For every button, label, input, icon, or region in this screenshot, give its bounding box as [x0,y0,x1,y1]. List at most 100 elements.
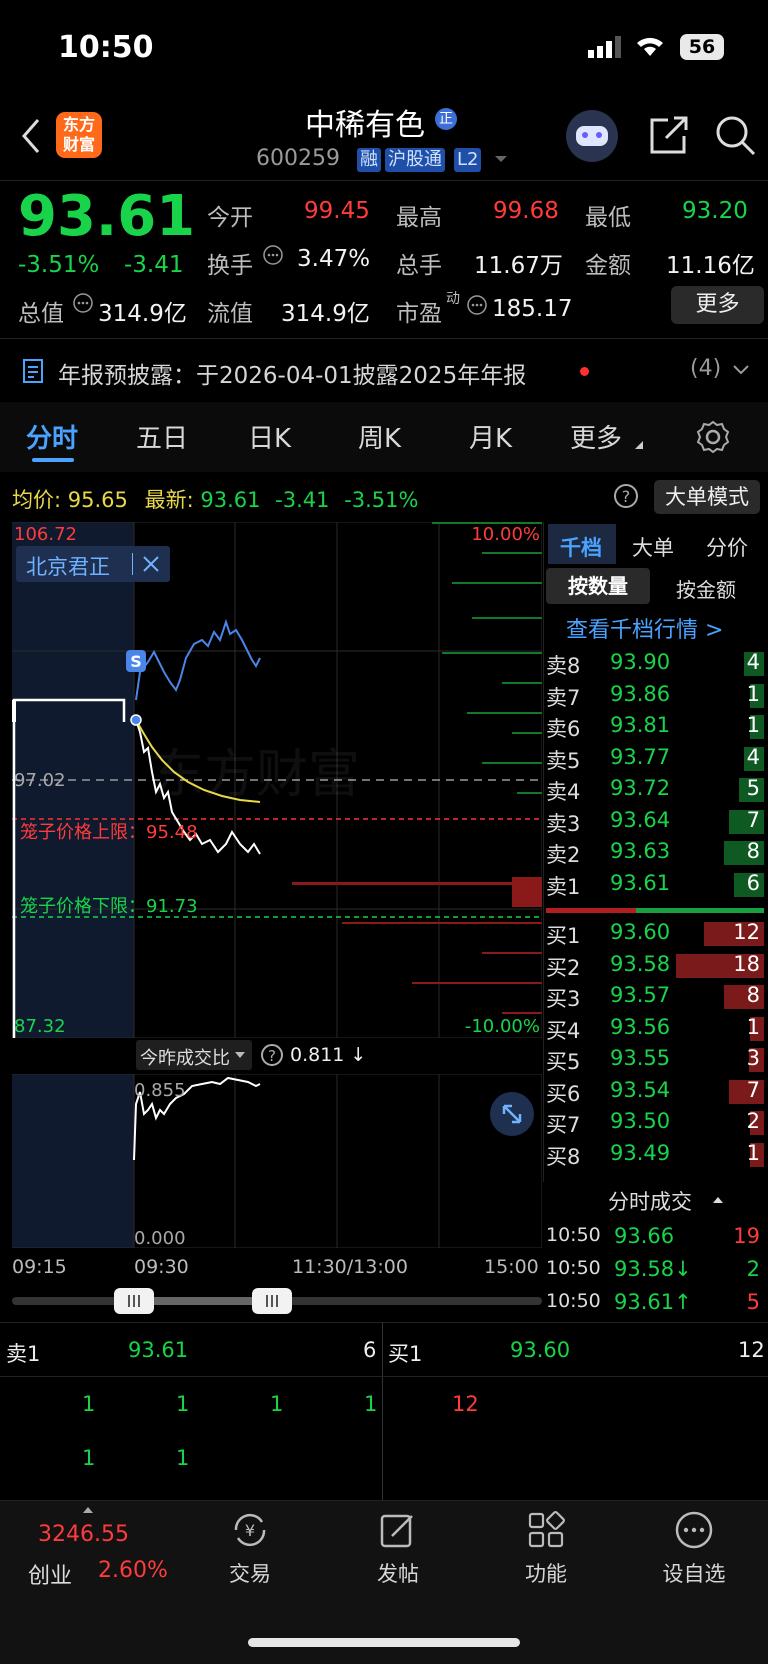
open-value: 99.45 [304,198,370,224]
level-label: 买8 [546,1144,581,1169]
slider-handle-left[interactable] [114,1288,154,1314]
nav-post[interactable]: 发帖 [362,1558,434,1588]
chevron-up-icon[interactable] [82,1506,94,1514]
more-button[interactable]: 更多 [671,286,764,324]
ask-row[interactable]: 卖8 93.90 4 [546,648,766,680]
last-label: 最新: [144,488,194,512]
ask-row[interactable]: 卖2 93.63 8 [546,837,766,869]
intraday-price-chart[interactable]: 东方财富 106.72 87.32 10.00% -10.00% 97.02 笼… [12,522,542,1038]
level-qty: 3 [746,1046,760,1070]
ask-row[interactable]: 卖5 93.77 4 [546,743,766,775]
level-label: 卖5 [546,748,581,773]
settings-icon[interactable] [696,420,730,454]
close-icon[interactable] [142,555,160,573]
trade-row: 10:50 93.58↓ 2 [546,1255,764,1288]
index-value[interactable]: 3246.55 [38,1522,129,1547]
avg-label: 均价: [12,488,62,512]
trade-row: 10:50 93.66 19 [546,1222,764,1255]
bid-row[interactable]: 买4 93.56 1 [546,1013,766,1045]
volume-ratio-chart[interactable]: 0.855 0.000 [12,1074,542,1248]
info-dots-icon[interactable] [466,294,488,316]
big-order-mode-button[interactable]: 大单模式 [654,480,760,514]
trade-icon[interactable]: ¥ [228,1510,272,1550]
svg-text:?: ? [268,1047,276,1065]
x-label-0930: 09:30 [134,1256,189,1278]
nav-trade[interactable]: 交易 [214,1558,286,1588]
ask-row[interactable]: 卖3 93.64 7 [546,806,766,838]
index-name[interactable]: 创业 [28,1558,72,1590]
bid-row[interactable]: 买5 93.55 3 [546,1044,766,1076]
function-icon[interactable] [526,1510,566,1550]
level-label: 卖7 [546,685,581,710]
subtab-by-amount[interactable]: 按金额 [676,574,736,603]
tab-intraday[interactable]: 分时 [26,418,78,455]
expand-icon[interactable] [490,1092,534,1136]
ask-row[interactable]: 卖6 93.81 1 [546,711,766,743]
nav-function[interactable]: 功能 [510,1558,582,1588]
ask-row[interactable]: 卖7 93.86 1 [546,680,766,712]
notice-text[interactable]: 年报预披露：于2026-04-01披露2025年年报 [58,356,526,390]
index-pct[interactable]: 2.60% [98,1558,168,1583]
ratio-selector-label: 今昨成交比 [140,1048,230,1069]
back-icon[interactable] [20,118,42,154]
slider-handle-right[interactable] [252,1288,292,1314]
bid-row[interactable]: 买8 93.49 1 [546,1139,766,1171]
level-label: 卖6 [546,717,581,741]
bid-row[interactable]: 买1 93.60 12 [546,918,766,950]
chevron-down-icon[interactable] [494,154,508,164]
assistant-avatar-icon[interactable] [566,110,618,162]
level-qty: 7 [746,807,760,832]
level-qty: 1 [746,1140,760,1165]
tab-price-dist[interactable]: 分价 [706,532,748,562]
view-depth-link[interactable]: 查看千档行情 > [566,612,723,644]
open-label: 今开 [207,205,253,231]
chevron-up-icon[interactable] [712,1196,724,1204]
chevron-down-icon[interactable] [732,364,750,376]
home-indicator[interactable] [248,1638,520,1647]
ratio-selector[interactable]: 今昨成交比 [136,1040,252,1070]
trade-row: 10:50 93.61↑ 5 [546,1288,764,1321]
app-logo: 东方财富 [56,112,102,158]
level-qty: 1 [746,713,760,737]
help-icon[interactable]: ? [613,483,639,509]
high-value: 99.68 [493,198,559,224]
nav-add-watchlist[interactable]: 设自选 [654,1558,734,1588]
info-dots-icon[interactable] [72,292,94,314]
trade-price: 93.61↑ [614,1290,692,1314]
level-label: 买1 [546,924,581,948]
tab-more[interactable]: 更多 [570,418,622,455]
tab-daily-k[interactable]: 日K [248,418,291,455]
tab-monthly-k[interactable]: 月K [469,418,512,455]
subtab-by-qty[interactable]: 按数量 [546,568,650,604]
notice-count[interactable]: (4) [690,356,721,381]
ask-row[interactable]: 卖4 93.72 5 [546,774,766,806]
low-value: 93.20 [682,198,748,224]
bid-row[interactable]: 买2 93.58 18 [546,950,766,982]
more-dots-icon[interactable] [674,1510,714,1550]
level-qty: 4 [746,744,760,769]
pe-label: 市盈 [396,301,442,327]
level-qty: 12 [733,920,760,944]
bid-row[interactable]: 买7 93.50 2 [546,1107,766,1139]
tab-big-orders[interactable]: 大单 [632,532,674,562]
s-marker[interactable]: S [130,652,142,671]
info-dots-icon[interactable] [262,244,284,266]
trades-title[interactable]: 分时成交 [608,1186,692,1216]
tab-weekly-k[interactable]: 周K [358,418,401,455]
post-icon[interactable] [378,1510,418,1550]
divider [0,1322,768,1323]
divider-vertical [382,1322,383,1500]
search-icon[interactable] [714,114,758,158]
ask-row[interactable]: 卖1 93.61 6 [546,869,766,901]
tab-depth[interactable]: 千档 [560,532,602,562]
ratio-value: 0.811 ↓ [290,1044,367,1066]
bid-row[interactable]: 买6 93.54 7 [546,1076,766,1108]
level-qty: 4 [746,650,760,674]
bid-row[interactable]: 买3 93.57 8 [546,981,766,1013]
help-icon[interactable]: ? [260,1043,284,1067]
tab-5day[interactable]: 五日 [136,418,188,455]
broker-tag[interactable]: 北京君正 [16,546,170,582]
share-icon[interactable] [648,114,690,156]
divider [0,1376,768,1377]
last-pct: -3.51% [344,488,419,512]
